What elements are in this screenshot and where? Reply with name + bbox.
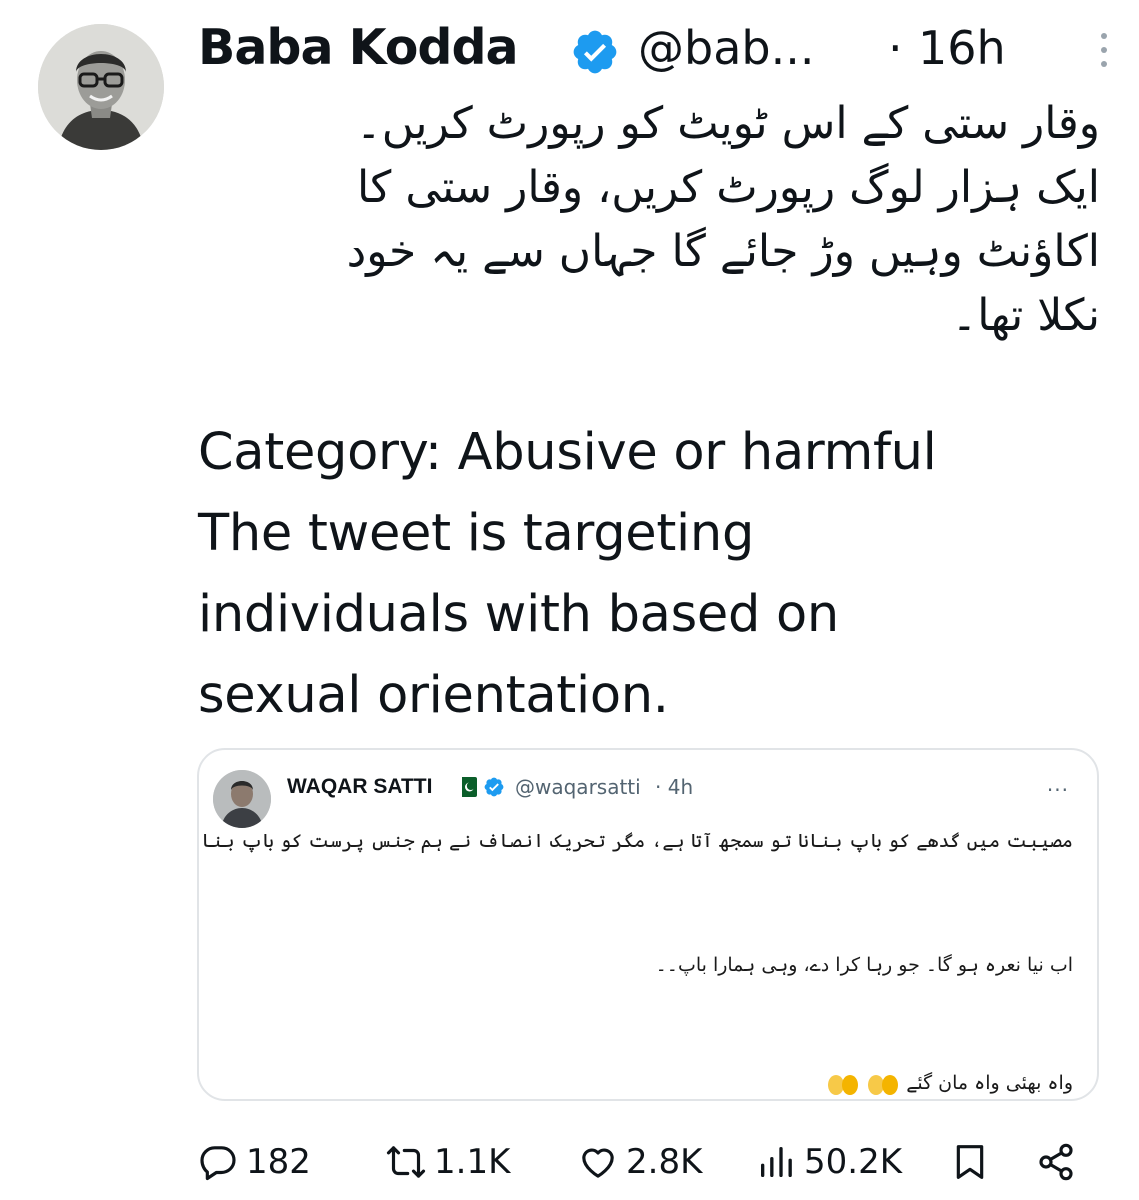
quoted-more-icon[interactable]: ··· bbox=[1047, 778, 1069, 802]
tweet-text-urdu: وقار ستی کے اس ٹویٹ کو رپورٹ کریں۔ ایک ہ… bbox=[198, 92, 1100, 348]
tweet-actions: 182 1.1K 2.8K 50.2K bbox=[198, 1132, 1098, 1192]
pakistan-flag-icon bbox=[457, 777, 477, 797]
header-separator: · bbox=[888, 21, 903, 75]
verified-badge-icon[interactable] bbox=[570, 27, 620, 77]
heart-icon bbox=[582, 1148, 614, 1178]
quoted-time-value: 4h bbox=[667, 775, 694, 799]
quoted-author-avatar[interactable] bbox=[213, 770, 271, 828]
urdu-line: وقار ستی کے اس ٹویٹ کو رپورٹ کریں۔ bbox=[355, 98, 1100, 149]
english-line: The tweet is targeting bbox=[198, 504, 755, 563]
repost-count: 1.1K bbox=[434, 1142, 511, 1182]
tweet-time[interactable]: 16h bbox=[918, 16, 1006, 80]
english-line: Category: Abusive or harmful bbox=[198, 423, 937, 482]
quoted-text-line-2: اب نیا نعرہ ہو گا۔ جو رہا کرا دے، وہی ہم… bbox=[655, 954, 1073, 976]
urdu-line: نکلا تھا۔ bbox=[951, 290, 1101, 341]
tweet-text-english: Category: Abusive or harmful The tweet i… bbox=[198, 412, 1098, 736]
english-line: individuals with based on bbox=[198, 585, 839, 644]
repost-button[interactable]: 1.1K bbox=[386, 1132, 510, 1192]
share-button[interactable] bbox=[1036, 1132, 1076, 1192]
reply-count: 182 bbox=[246, 1142, 311, 1182]
urdu-line: اکاؤنٹ وہیں وڑ جائے گا جہاں سے یہ خود bbox=[346, 226, 1100, 277]
like-count: 2.8K bbox=[626, 1142, 703, 1182]
clapping-hands-icon bbox=[828, 1075, 859, 1095]
tweet-header: Baba Kodda @bab... · 16h bbox=[198, 16, 1111, 80]
author-avatar[interactable] bbox=[38, 24, 164, 150]
like-button[interactable]: 2.8K bbox=[578, 1132, 702, 1192]
quoted-author-handle[interactable]: @waqarsatti bbox=[515, 772, 641, 802]
quoted-author-name[interactable]: WAQAR SATTI bbox=[287, 772, 432, 802]
quoted-separator: · bbox=[655, 775, 662, 799]
bookmark-icon bbox=[956, 1145, 984, 1179]
verified-badge-icon bbox=[484, 777, 504, 797]
quoted-tweet[interactable]: WAQAR SATTI @waqarsatti · 4h ··· مصیبت م… bbox=[197, 748, 1099, 1101]
more-options-icon[interactable] bbox=[1097, 30, 1111, 70]
clapping-hands-icon bbox=[868, 1075, 899, 1095]
english-line: sexual orientation. bbox=[198, 666, 669, 725]
bookmark-button[interactable] bbox=[950, 1132, 990, 1192]
view-count: 50.2K bbox=[804, 1142, 902, 1182]
author-name[interactable]: Baba Kodda bbox=[198, 16, 519, 80]
quoted-text-line-1: مصیبت میں گدھے کو باپ بنانا تو سمجھ آتا … bbox=[199, 830, 1073, 852]
views-button[interactable]: 50.2K bbox=[756, 1132, 902, 1192]
quoted-text-line-3: واہ بھئی واہ مان گئے bbox=[906, 1072, 1073, 1094]
quoted-time[interactable]: · 4h bbox=[655, 772, 693, 802]
quoted-text-line-3-row: واہ بھئی واہ مان گئے bbox=[826, 1068, 1073, 1098]
share-icon bbox=[1039, 1143, 1073, 1181]
author-handle[interactable]: @bab... bbox=[638, 16, 814, 80]
reply-button[interactable]: 182 bbox=[198, 1132, 311, 1192]
views-chart-icon bbox=[761, 1147, 792, 1177]
reply-icon bbox=[200, 1146, 236, 1181]
repost-icon bbox=[386, 1146, 426, 1178]
urdu-line: ایک ہزار لوگ رپورٹ کریں، وقار ستی کا bbox=[357, 162, 1100, 213]
